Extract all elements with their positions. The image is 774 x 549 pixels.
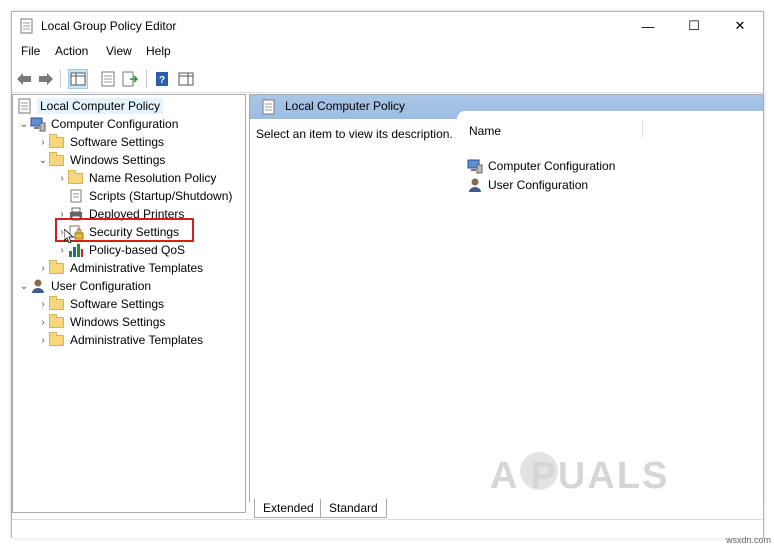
details-title: Local Computer Policy (285, 99, 406, 113)
menu-bar: File Action View Help (12, 41, 763, 61)
tree-item-uc-software-settings[interactable]: › Software Settings (37, 295, 164, 313)
svg-text:?: ? (159, 75, 165, 86)
toolbar-separator (146, 70, 147, 88)
tree-label: Software Settings (70, 297, 165, 311)
tree-item-local-computer-policy[interactable]: Local Computer Policy (17, 97, 164, 115)
tree-item-cc-software-settings[interactable]: › Software Settings (37, 133, 164, 151)
list-item-label: Computer Configuration (488, 159, 616, 173)
bar-chart-icon (69, 244, 83, 257)
tree-item-uc-administrative-templates[interactable]: › Administrative Templates (37, 331, 203, 349)
folder-icon (49, 331, 64, 346)
script-icon (70, 189, 82, 203)
details-pane: Local Computer Policy Select an item to … (249, 94, 764, 502)
navigation-tree[interactable]: Local Computer Policy ⌄ Computer Configu… (12, 94, 246, 513)
forward-arrow-icon[interactable] (36, 69, 56, 89)
chevron-right-icon[interactable]: › (37, 259, 49, 277)
tree-item-scripts[interactable]: Scripts (Startup/Shutdown) (56, 187, 232, 205)
tab-standard[interactable]: Standard (320, 499, 387, 518)
description-text: Select an item to view its description. (256, 127, 453, 141)
computer-icon (467, 159, 483, 174)
tree-label: User Configuration (51, 279, 152, 293)
help-icon[interactable]: ? (152, 69, 172, 89)
folder-icon (49, 259, 64, 274)
computer-icon (30, 117, 46, 132)
tree-label: Software Settings (70, 135, 165, 149)
policy-document-icon (262, 99, 275, 115)
close-button[interactable]: ✕ (717, 12, 763, 40)
tree-label: Computer Configuration (51, 117, 179, 131)
policy-document-icon (18, 98, 31, 114)
details-header: Local Computer Policy (250, 95, 763, 119)
maximize-icon: ☐ (688, 18, 700, 33)
status-bar (12, 519, 763, 538)
chevron-down-icon[interactable]: ⌄ (37, 151, 49, 169)
security-settings-highlight (55, 218, 194, 242)
chevron-down-icon[interactable]: ⌄ (18, 277, 30, 295)
folder-icon (49, 295, 64, 310)
folder-icon (68, 169, 83, 184)
menu-help[interactable]: Help (146, 44, 171, 58)
folder-icon (49, 133, 64, 148)
column-header-name[interactable]: Name (469, 124, 501, 138)
show-hide-tree-icon[interactable] (68, 69, 88, 89)
tree-label: Administrative Templates (70, 261, 204, 275)
show-hide-action-pane-icon[interactable] (176, 69, 196, 89)
tree-item-user-configuration[interactable]: ⌄ User Configuration (18, 277, 151, 295)
tree-label: Name Resolution Policy (89, 171, 217, 185)
chevron-right-icon[interactable]: › (56, 169, 68, 187)
user-icon (32, 279, 44, 293)
tree-label: Windows Settings (70, 153, 166, 167)
mouse-cursor-icon (64, 229, 74, 243)
tree-label: Administrative Templates (70, 333, 204, 347)
minimize-icon: — (641, 18, 655, 34)
tab-extended[interactable]: Extended (254, 499, 323, 518)
toolbar-separator (60, 70, 61, 88)
column-divider[interactable] (642, 120, 643, 138)
properties-icon[interactable] (98, 69, 118, 89)
tree-item-name-resolution-policy[interactable]: › Name Resolution Policy (56, 169, 216, 187)
title-bar[interactable]: Local Group Policy Editor — ☐ ✕ (12, 12, 763, 40)
list-item[interactable]: User Configuration (467, 176, 588, 194)
menu-action[interactable]: Action (55, 44, 88, 58)
watermark-text: A PUALS (490, 455, 670, 497)
tree-label: Policy-based QoS (89, 243, 186, 257)
tree-item-policy-based-qos[interactable]: › Policy-based QoS (56, 241, 185, 259)
tree-label: Local Computer Policy (36, 98, 164, 114)
close-icon: ✕ (734, 18, 746, 33)
minimize-button[interactable]: — (625, 12, 671, 40)
menu-view[interactable]: View (106, 44, 132, 58)
chevron-right-icon[interactable]: › (37, 331, 49, 349)
list-item-label: User Configuration (488, 178, 589, 192)
tree-item-computer-configuration[interactable]: ⌄ Computer Configuration (18, 115, 178, 133)
chevron-right-icon[interactable]: › (37, 313, 49, 331)
chevron-right-icon[interactable]: › (56, 241, 68, 259)
export-list-icon[interactable] (120, 69, 140, 89)
policy-document-icon (20, 18, 33, 34)
tree-label: Windows Settings (70, 315, 166, 329)
folder-icon (49, 151, 64, 166)
list-item[interactable]: Computer Configuration (467, 157, 615, 175)
tree-label: Scripts (Startup/Shutdown) (89, 189, 233, 203)
site-label: wsxdn.com (726, 535, 772, 545)
window-title: Local Group Policy Editor (41, 19, 177, 33)
chevron-down-icon[interactable]: ⌄ (18, 115, 30, 133)
back-arrow-icon[interactable] (14, 69, 34, 89)
maximize-button[interactable]: ☐ (671, 12, 717, 40)
user-icon (469, 178, 481, 192)
tree-item-cc-administrative-templates[interactable]: › Administrative Templates (37, 259, 203, 277)
tree-item-cc-windows-settings[interactable]: ⌄ Windows Settings (37, 151, 165, 169)
folder-icon (49, 313, 64, 328)
toolbar: ? (12, 66, 763, 93)
chevron-right-icon[interactable]: › (37, 295, 49, 313)
menu-file[interactable]: File (21, 44, 40, 58)
tree-item-uc-windows-settings[interactable]: › Windows Settings (37, 313, 165, 331)
chevron-right-icon[interactable]: › (37, 133, 49, 151)
